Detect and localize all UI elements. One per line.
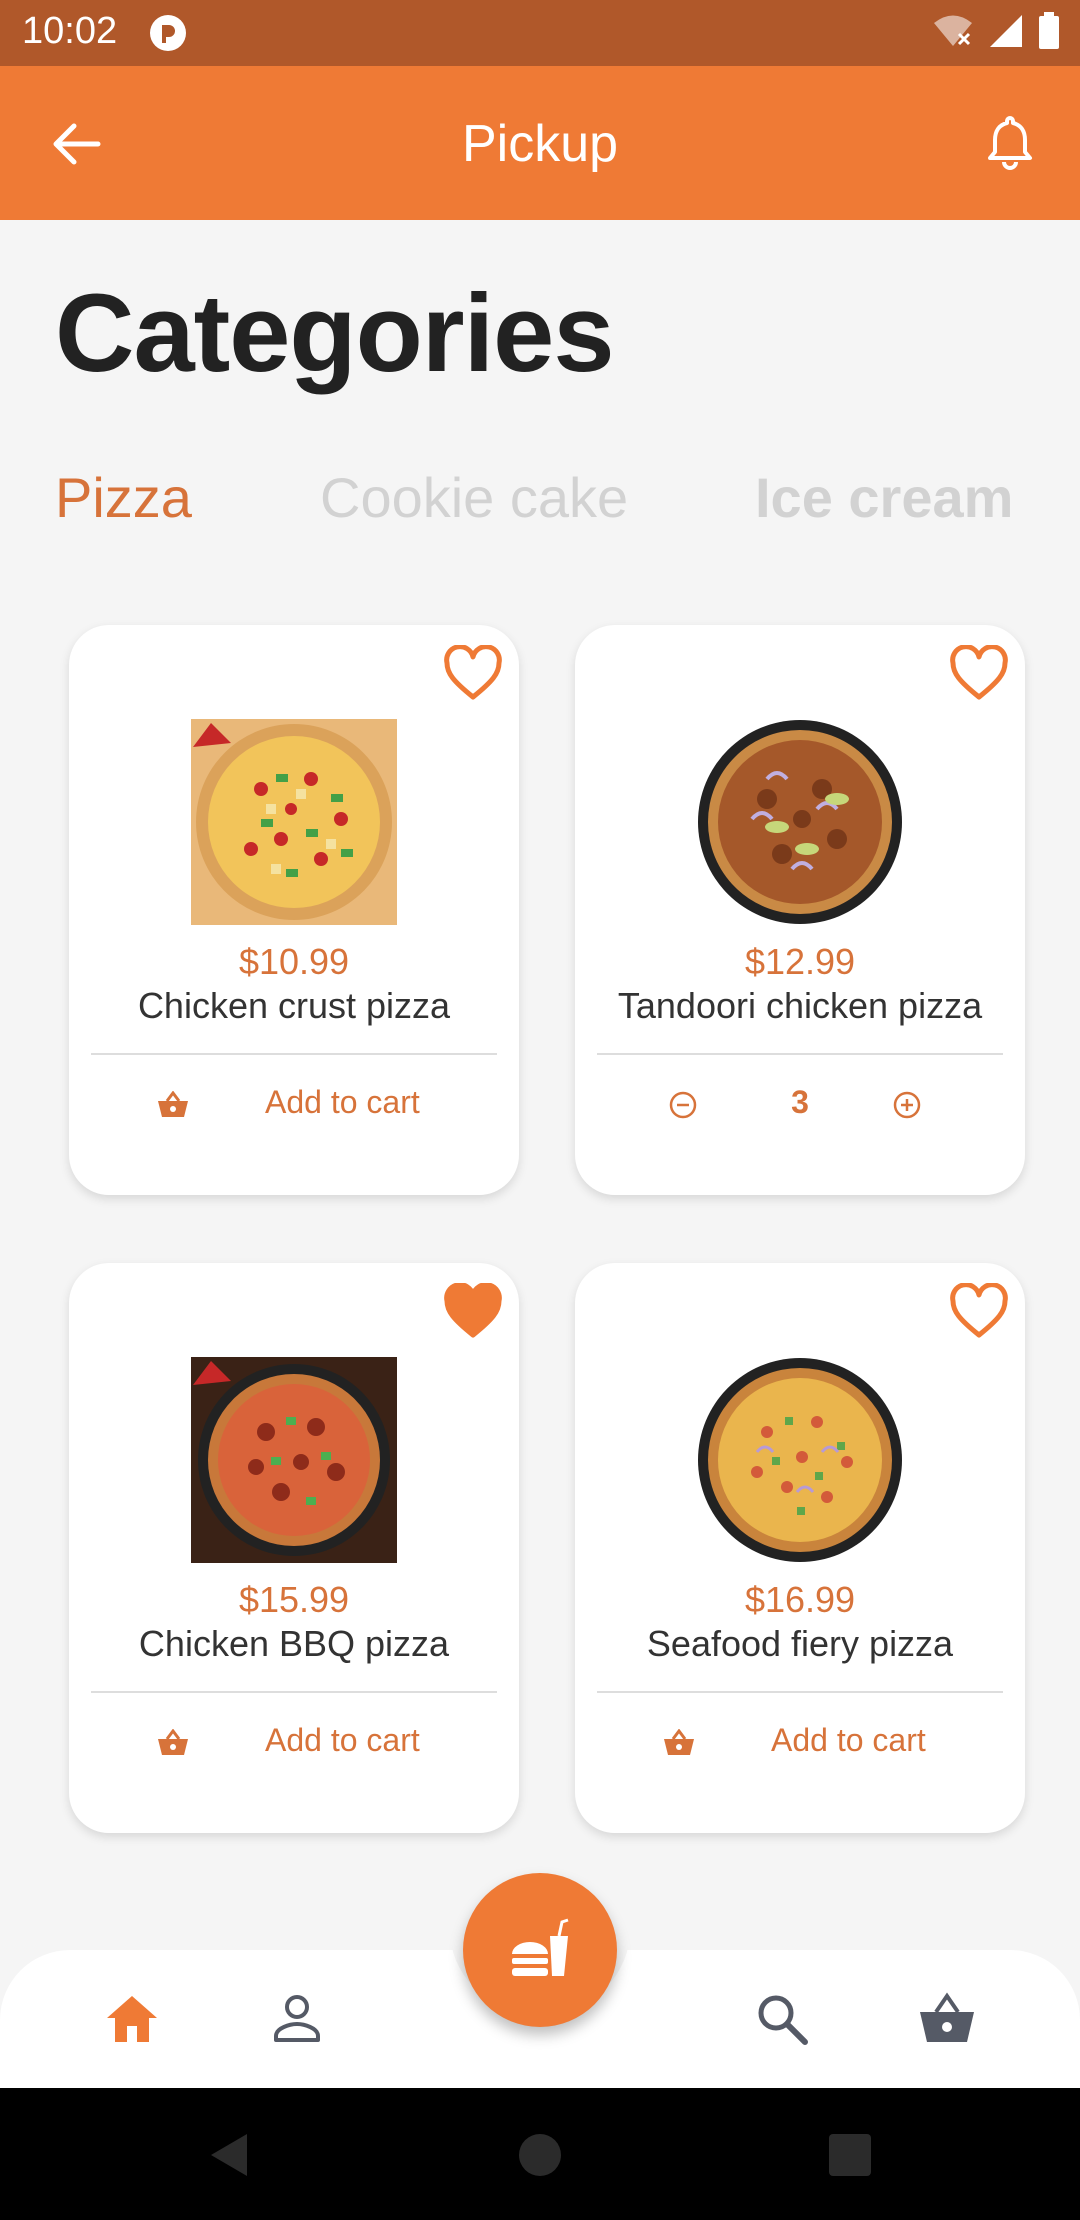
card-divider [91, 1053, 497, 1055]
product-price: $15.99 [238, 1579, 350, 1620]
product-name: Seafood fiery pizza [646, 1623, 954, 1664]
add-to-cart-label: Add to cart [265, 1722, 420, 1758]
signal-icon [990, 15, 1022, 47]
home-icon[interactable] [103, 1990, 161, 2048]
add-to-cart-button[interactable]: Add to cart [69, 1077, 519, 1133]
card-divider [597, 1691, 1003, 1693]
product-card[interactable]: $16.99 Seafood fiery pizza Add to cart [575, 1263, 1025, 1833]
heart-outline-icon[interactable] [443, 645, 503, 701]
home-circle-icon[interactable] [513, 2128, 567, 2182]
basket-icon [664, 1729, 694, 1755]
product-card[interactable]: $15.99 Chicken BBQ pizza Add to cart [69, 1263, 519, 1833]
status-bar: 10:02 [0, 0, 1080, 66]
profile-icon[interactable] [268, 1990, 326, 2048]
product-name: Chicken crust pizza [137, 985, 451, 1026]
basket-icon[interactable] [918, 1990, 976, 2048]
category-tabs: Pizza Cookie cake Ice cream [55, 465, 1040, 545]
back-triangle-icon[interactable] [203, 2128, 257, 2182]
product-card[interactable]: $10.99 Chicken crust pizza Add to cart [69, 625, 519, 1195]
wifi-off-icon [934, 15, 972, 46]
basket-icon [158, 1729, 188, 1755]
product-name: Tandoori chicken pizza [617, 985, 983, 1026]
tab-ice-cream[interactable]: Ice cream [755, 465, 1013, 530]
heart-outline-icon[interactable] [949, 1283, 1009, 1339]
quantity-stepper: 3 [575, 1077, 1025, 1133]
status-time: 10:02 [22, 10, 118, 52]
add-to-cart-button[interactable]: Add to cart [575, 1715, 1025, 1771]
add-to-cart-button[interactable]: Add to cart [69, 1715, 519, 1771]
content: Categories Pizza Cookie cake Ice cream $… [0, 220, 1080, 1952]
product-price: $12.99 [744, 941, 856, 982]
fast-food-icon [512, 1918, 569, 1976]
app-bar-title: Pickup [461, 115, 619, 173]
card-divider [91, 1691, 497, 1693]
add-to-cart-label: Add to cart [771, 1722, 926, 1758]
plus-circle-icon[interactable] [891, 1089, 923, 1121]
search-icon[interactable] [753, 1990, 811, 2048]
minus-circle-icon[interactable] [667, 1089, 699, 1121]
heart-outline-icon[interactable] [949, 645, 1009, 701]
battery-icon [1039, 12, 1059, 49]
pizza-image [191, 719, 397, 925]
product-price: $16.99 [744, 1579, 856, 1620]
quantity-value: 3 [791, 1084, 809, 1120]
add-to-cart-label: Add to cart [265, 1084, 420, 1120]
system-nav-bar [0, 2088, 1080, 2220]
app-notification-icon [150, 15, 186, 51]
heart-filled-icon[interactable] [443, 1283, 503, 1339]
tab-cookie-cake[interactable]: Cookie cake [320, 465, 628, 530]
pizza-image [698, 720, 902, 924]
recents-square-icon[interactable] [823, 2128, 877, 2182]
product-card[interactable]: $12.99 Tandoori chicken pizza 3 [575, 625, 1025, 1195]
pizza-image [191, 1357, 397, 1563]
status-icons [932, 12, 1060, 50]
bell-icon[interactable] [980, 112, 1040, 172]
card-divider [597, 1053, 1003, 1055]
basket-icon [158, 1091, 188, 1117]
fast-food-fab[interactable] [463, 1873, 617, 2027]
app-bar: Pickup [0, 66, 1080, 220]
tab-pizza[interactable]: Pizza [55, 465, 192, 530]
product-name: Chicken BBQ pizza [138, 1623, 450, 1664]
pizza-image [698, 1358, 902, 1562]
product-price: $10.99 [238, 941, 350, 982]
page-title: Categories [55, 272, 615, 395]
